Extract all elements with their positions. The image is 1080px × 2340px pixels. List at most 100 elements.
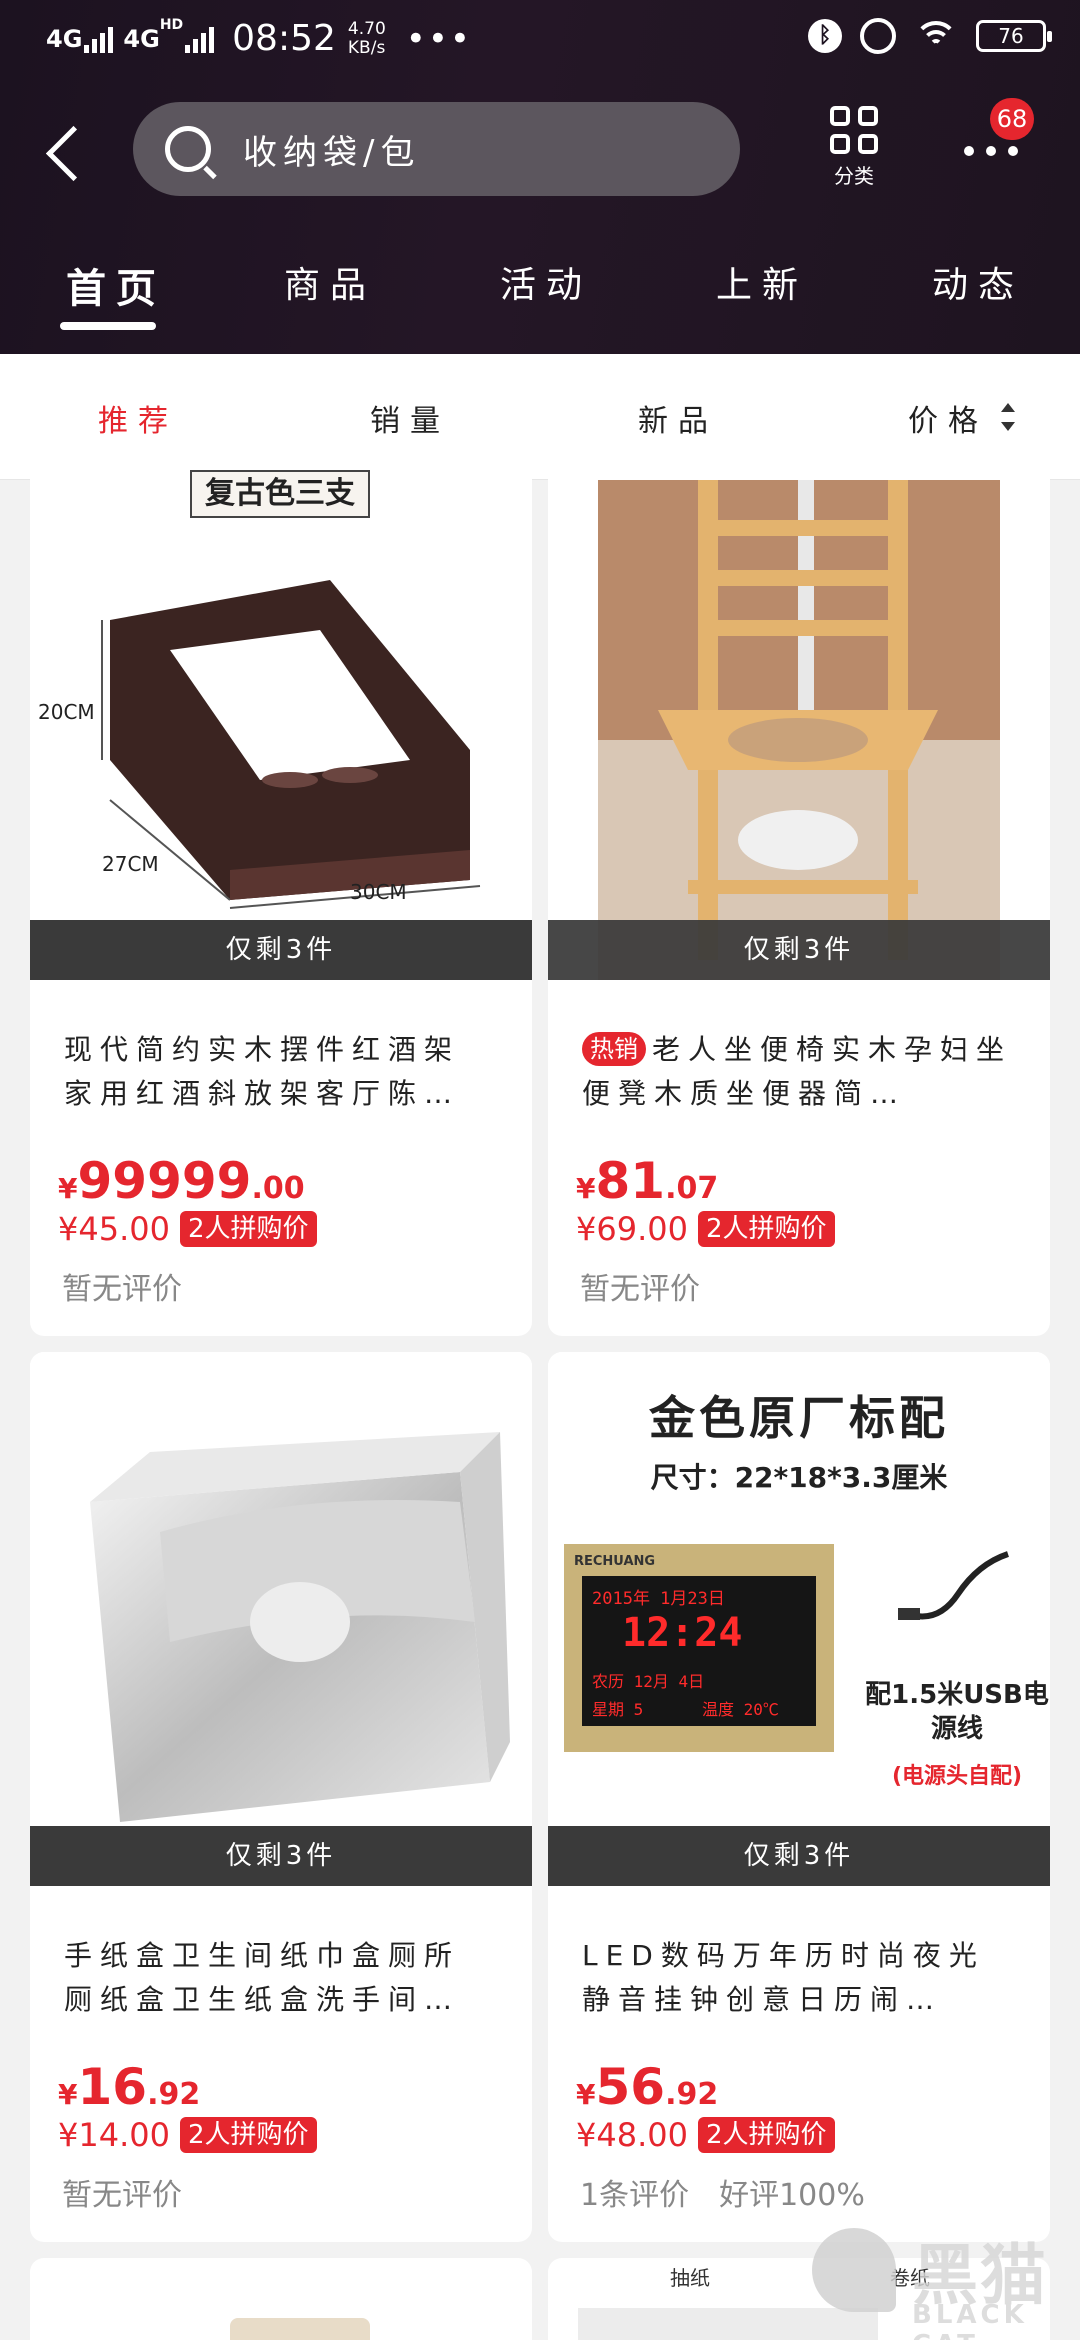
product-card[interactable]: 仅剩3件 手纸盒卫生间纸巾盒厕所厕纸盒卫生纸盒洗手间… ¥16.92 ¥14.0…	[30, 1352, 532, 2242]
review-count: 1条评价	[580, 2178, 690, 2213]
dim-width: 30CM	[350, 880, 407, 904]
categories-button[interactable]: 分类	[826, 106, 882, 202]
price-int: 16	[77, 2058, 148, 2116]
product-card[interactable]: 金色原厂标配 尺寸：22*18*3.3厘米 RECHUANG 2015年 1月2…	[548, 1352, 1050, 2242]
product-price: ¥81.07	[576, 1152, 718, 1210]
group-price-row: ¥69.00 2人拼购价	[576, 1210, 835, 1248]
group-tag: 2人拼购价	[179, 2117, 317, 2153]
currency: ¥	[58, 2078, 78, 2111]
dim-height: 20CM	[38, 700, 95, 724]
price-dec: .92	[665, 2077, 719, 2112]
stock-bar: 仅剩3件	[30, 1826, 532, 1886]
product-image-partial	[230, 2318, 370, 2340]
watermark-en: BLACK CAT	[912, 2300, 1028, 2340]
product-card-partial[interactable]	[30, 2258, 532, 2340]
product-image	[548, 460, 1050, 980]
product-price: ¥56.92	[576, 2058, 718, 2116]
product-card[interactable]: 仅剩3件 热销 老人坐便椅实木孕妇坐便凳木质坐便器简… ¥81.07 ¥69.00…	[548, 460, 1050, 1336]
watermark: 黑猫 BLACK CAT	[812, 2222, 1080, 2340]
status-bar: 4G 4G HD 08:52 4.70 KB/s ••• ᛒ 76	[0, 0, 1080, 84]
stock-bar: 仅剩3件	[548, 1826, 1050, 1886]
alarm-icon	[860, 18, 896, 54]
clock-lunar: 农历 12月 4日	[592, 1672, 705, 1691]
review-text: 暂无评价	[62, 1272, 182, 1307]
currency: ¥	[576, 1172, 596, 1205]
price-dec: .92	[147, 2077, 201, 2112]
sort-arrows-icon[interactable]	[1001, 403, 1015, 431]
sort-new[interactable]: 新品	[638, 396, 718, 440]
review-info: 暂无评价	[62, 1264, 212, 1308]
tab-home[interactable]: 首页	[66, 256, 166, 314]
bluetooth-icon: ᛒ	[808, 19, 842, 53]
price-int: 99999	[77, 1152, 252, 1210]
speed-value: 4.70	[347, 18, 386, 39]
tab-updates[interactable]: 动态	[932, 256, 1024, 308]
group-price: ¥48.00	[576, 2116, 688, 2154]
hot-tag: 热销	[582, 1032, 646, 1066]
group-price: ¥14.00	[58, 2116, 170, 2154]
speed-unit: KB/s	[347, 37, 386, 58]
clock-brand: RECHUANG	[574, 1554, 656, 1569]
currency: ¥	[58, 1172, 78, 1205]
wifi-icon	[914, 19, 958, 53]
grid-icon	[830, 106, 882, 154]
commode-chair-illustration	[598, 480, 1000, 980]
battery-icon: 76	[976, 20, 1052, 52]
clock-temp: 温度 20℃	[702, 1700, 779, 1719]
clock-display: 2015年 1月23日 12:24 农历 12月 4日 星期 5 温度 20℃	[582, 1576, 816, 1726]
clock-week: 星期 5	[592, 1700, 644, 1719]
image-size: 尺寸：22*18*3.3厘米	[650, 1461, 948, 1494]
product-card[interactable]: 复古色三支 20CM 27CM 30CM 仅剩3件 现代简约实木摆件红酒架家用红…	[30, 460, 532, 1336]
signal-icon	[84, 25, 114, 53]
tab-activities[interactable]: 活动	[500, 256, 592, 308]
cable-text: 配1.5米USB电源线	[865, 1680, 1049, 1744]
header: 4G 4G HD 08:52 4.70 KB/s ••• ᛒ 76 收纳袋/包 …	[0, 0, 1080, 354]
usb-cable-icon	[898, 1551, 1010, 1620]
clock: 08:52	[232, 18, 336, 59]
group-tag: 2人拼购价	[697, 2117, 835, 2153]
stock-bar: 仅剩3件	[30, 920, 532, 980]
review-text: 暂无评价	[580, 1272, 700, 1307]
net-speed: 4.70 KB/s	[347, 18, 386, 58]
notification-badge: 68	[990, 98, 1034, 140]
tab-new-arrivals[interactable]: 上新	[716, 256, 808, 308]
image-title: 金色原厂标配	[649, 1391, 949, 1445]
price-dec: .00	[251, 1171, 305, 1206]
black-cat-logo	[812, 2228, 896, 2312]
product-image: 金色原厂标配 尺寸：22*18*3.3厘米 RECHUANG 2015年 1月2…	[548, 1352, 1050, 1886]
clock-image: RECHUANG 2015年 1月23日 12:24 农历 12月 4日 星期 …	[564, 1544, 834, 1752]
tab-products[interactable]: 商品	[284, 256, 376, 308]
group-tag: 2人拼购价	[179, 1211, 317, 1247]
tissue-box-illustration	[90, 1432, 510, 1822]
review-info: 1条评价 好评100%	[580, 2170, 895, 2214]
wine-rack-illustration	[101, 580, 481, 909]
search-icon	[165, 126, 211, 172]
tab-indicator	[60, 322, 156, 330]
sort-recommended[interactable]: 推荐	[98, 396, 178, 440]
price-dec: .07	[665, 1171, 719, 1206]
product-image: 复古色三支 20CM 27CM 30CM	[30, 460, 532, 980]
review-rating: 好评100%	[719, 2178, 865, 2213]
review-text: 暂无评价	[62, 2178, 182, 2213]
search-query: 收纳袋/包	[243, 132, 421, 173]
price-int: 56	[595, 2058, 666, 2116]
network2-label: 4G	[123, 24, 160, 53]
network2-sup: HD	[159, 17, 184, 33]
search-bar[interactable]: 收纳袋/包	[133, 102, 740, 196]
group-price-row: ¥14.00 2人拼购价	[58, 2116, 317, 2154]
dim-depth: 27CM	[102, 852, 159, 876]
product-title-text: 老人坐便椅实木孕妇坐便凳木质坐便器简…	[582, 1033, 1012, 1110]
group-price-row: ¥45.00 2人拼购价	[58, 1210, 317, 1248]
product-image	[30, 1352, 532, 1886]
product-title: 现代简约实木摆件红酒架家用红酒斜放架客厅陈…	[64, 1033, 461, 1110]
group-tag: 2人拼购价	[697, 1211, 835, 1247]
back-button[interactable]	[42, 118, 82, 184]
sort-sales[interactable]: 销量	[370, 396, 450, 440]
signal2-icon	[185, 25, 215, 53]
sort-price[interactable]: 价格	[908, 396, 988, 440]
stock-bar: 仅剩3件	[548, 920, 1050, 980]
review-info: 暂无评价	[62, 2170, 212, 2214]
clock-time: 12:24	[622, 1610, 743, 1656]
group-price: ¥45.00	[58, 1210, 170, 1248]
group-price-row: ¥48.00 2人拼购价	[576, 2116, 835, 2154]
